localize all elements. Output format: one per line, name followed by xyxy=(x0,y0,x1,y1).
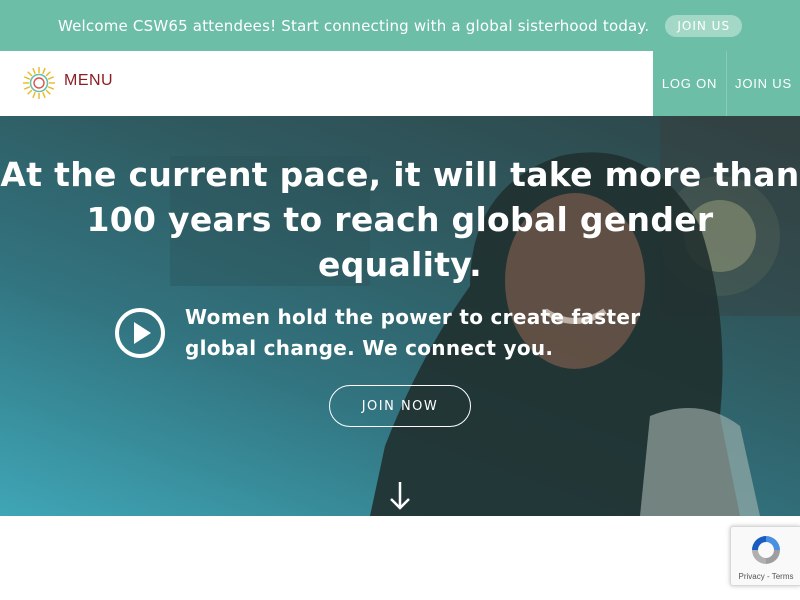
menu-button[interactable]: MENU xyxy=(64,72,113,90)
recaptcha-badge[interactable]: Privacy - Terms xyxy=(730,526,800,586)
announcement-join-button[interactable]: JOIN US xyxy=(665,14,743,37)
recaptcha-icon xyxy=(752,536,780,564)
hero-headline-line-1: At the current pace, it will take more t… xyxy=(0,155,800,194)
hero-subheadline-line-2: global change. We connect you. xyxy=(185,336,554,360)
hero-headline-line-2: 100 years to reach global gender equalit… xyxy=(86,200,714,284)
hero-headline: At the current pace, it will take more t… xyxy=(0,152,800,287)
hero-banner: At the current pace, it will take more t… xyxy=(0,116,800,516)
recaptcha-terms-link[interactable]: Terms xyxy=(772,572,794,581)
login-button[interactable]: LOG ON xyxy=(653,51,726,116)
join-us-button[interactable]: JOIN US xyxy=(727,51,800,116)
sunburst-logo-icon[interactable] xyxy=(22,66,56,100)
join-now-button[interactable]: JOIN NOW xyxy=(329,385,471,427)
arrow-down-icon[interactable] xyxy=(388,480,412,512)
recaptcha-separator: - xyxy=(764,572,772,581)
top-nav: MENU LOG ON JOIN US xyxy=(0,51,800,116)
announcement-text: Welcome CSW65 attendees! Start connectin… xyxy=(57,16,650,35)
recaptcha-links: Privacy - Terms xyxy=(731,572,800,581)
announcement-bar: Welcome CSW65 attendees! Start connectin… xyxy=(0,0,800,51)
hero-subheadline-line-1: Women hold the power to create faster xyxy=(185,305,641,329)
recaptcha-privacy-link[interactable]: Privacy xyxy=(739,572,765,581)
play-circle-icon[interactable] xyxy=(114,307,166,359)
hero-subheadline: Women hold the power to create faster gl… xyxy=(185,302,685,364)
